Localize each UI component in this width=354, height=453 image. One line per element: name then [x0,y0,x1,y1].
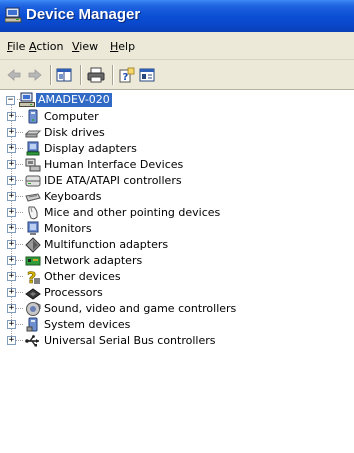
collapse-toggle[interactable]: − [6,96,15,105]
disk-drive-icon [25,130,41,138]
properties-icon[interactable] [139,67,155,83]
tree-item-label: Mice and other pointing devices [44,206,221,219]
usb-icon [25,335,39,347]
keyboard-icon [25,193,41,202]
system-device-icon [26,317,38,332]
tree-item-computer[interactable]: + Computer [0,109,200,125]
display-adapter-icon [26,141,40,156]
toolbar-separator [112,65,114,85]
tree-item-label: Keyboards [44,190,102,203]
tree-item-label: Processors [44,286,103,299]
expand-toggle[interactable]: + [7,160,16,169]
tree-item-label: Human Interface Devices [44,158,184,171]
tree-item-other-devices[interactable]: + ? Other devices [0,269,200,285]
tree-item-system-devices[interactable]: + System devices [0,317,200,333]
help-icon[interactable]: ? [119,67,135,83]
tree-item-label: Sound, video and game controllers [44,302,237,315]
menu-help[interactable]: Help [110,40,135,53]
expand-toggle[interactable]: + [7,192,16,201]
tree-item-mice-and-other-pointing-devices[interactable]: + Mice and other pointing devices [0,205,260,221]
processor-icon [25,288,41,300]
tree-item-display-adapters[interactable]: + Display adapters [0,141,200,157]
menu-view[interactable]: View [72,40,98,53]
tree-item-label: Network adapters [44,254,143,267]
tree-item-label: Universal Serial Bus controllers [44,334,216,347]
window-title: Device Manager [26,6,141,23]
hid-icon [25,158,41,172]
expand-toggle[interactable]: + [7,288,16,297]
expand-toggle[interactable]: + [7,320,16,329]
device-manager-icon [5,7,22,23]
expand-toggle[interactable]: + [7,304,16,313]
expand-toggle[interactable]: + [7,128,16,137]
tree-item-monitors[interactable]: + Monitors [0,221,200,237]
expand-toggle[interactable]: + [7,272,16,281]
expand-toggle[interactable]: + [7,224,16,233]
forward-icon[interactable] [27,67,43,83]
tree-item-ide-ata-atapi-controllers[interactable]: + IDE ATA/ATAPI controllers [0,173,230,189]
expand-toggle[interactable]: + [7,144,16,153]
tree-item-human-interface-devices[interactable]: + Human Interface Devices [0,157,220,173]
toolbar-separator [80,65,82,85]
tree-item-label: System devices [44,318,131,331]
expand-toggle[interactable]: + [7,112,16,121]
computer-icon [28,109,38,124]
tree-item-processors[interactable]: + Processors [0,285,200,301]
tree-item-label: Monitors [44,222,92,235]
network-adapter-icon [25,256,41,266]
menu-bar: File Action View Help [0,32,354,60]
tree-item-label: Display adapters [44,142,137,155]
tree-item-label: Other devices [44,270,121,283]
unknown-device-icon: ? [27,269,40,285]
sound-icon [26,302,41,316]
expand-toggle[interactable]: + [7,240,16,249]
back-icon[interactable] [6,67,22,83]
tree-item-sound-video-and-game-controllers[interactable]: + Sound, video and game controllers [0,301,260,317]
menu-action[interactable]: Action [29,40,63,53]
monitor-icon [27,221,39,235]
mouse-icon [28,206,38,220]
ide-controller-icon [25,175,41,187]
expand-toggle[interactable]: + [7,256,16,265]
tree-item-label: Disk drives [44,126,105,139]
tree-item-label: Multifunction adapters [44,238,169,251]
toolbar-separator [50,65,52,85]
tree-root-node[interactable]: − AMADEV-020 [0,92,200,108]
multifunction-icon [25,237,41,253]
tree-item-network-adapters[interactable]: + Network adapters [0,253,200,269]
expand-toggle[interactable]: + [7,336,16,345]
tree-item-universal-serial-bus-controllers[interactable]: + Universal Serial Bus controllers [0,333,260,349]
svg-text:?: ? [123,72,129,83]
menu-file[interactable]: File [7,40,25,53]
toolbar: ? [0,60,354,90]
expand-toggle[interactable]: + [7,176,16,185]
title-bar[interactable]: Device Manager [0,0,354,32]
tree-item-keyboards[interactable]: + Keyboards [0,189,200,205]
computer-icon [19,92,35,107]
tree-item-disk-drives[interactable]: + Disk drives [0,125,200,141]
tree-root-label: AMADEV-020 [36,93,112,107]
device-tree[interactable]: − AMADEV-020 + Computer + Disk drives + [0,90,354,453]
tree-item-multifunction-adapters[interactable]: + Multifunction adapters [0,237,220,253]
tree-item-label: IDE ATA/ATAPI controllers [44,174,182,187]
expand-toggle[interactable]: + [7,208,16,217]
print-icon[interactable] [87,67,105,83]
show-hide-console-tree-icon[interactable] [56,67,72,83]
tree-item-label: Computer [44,110,99,123]
